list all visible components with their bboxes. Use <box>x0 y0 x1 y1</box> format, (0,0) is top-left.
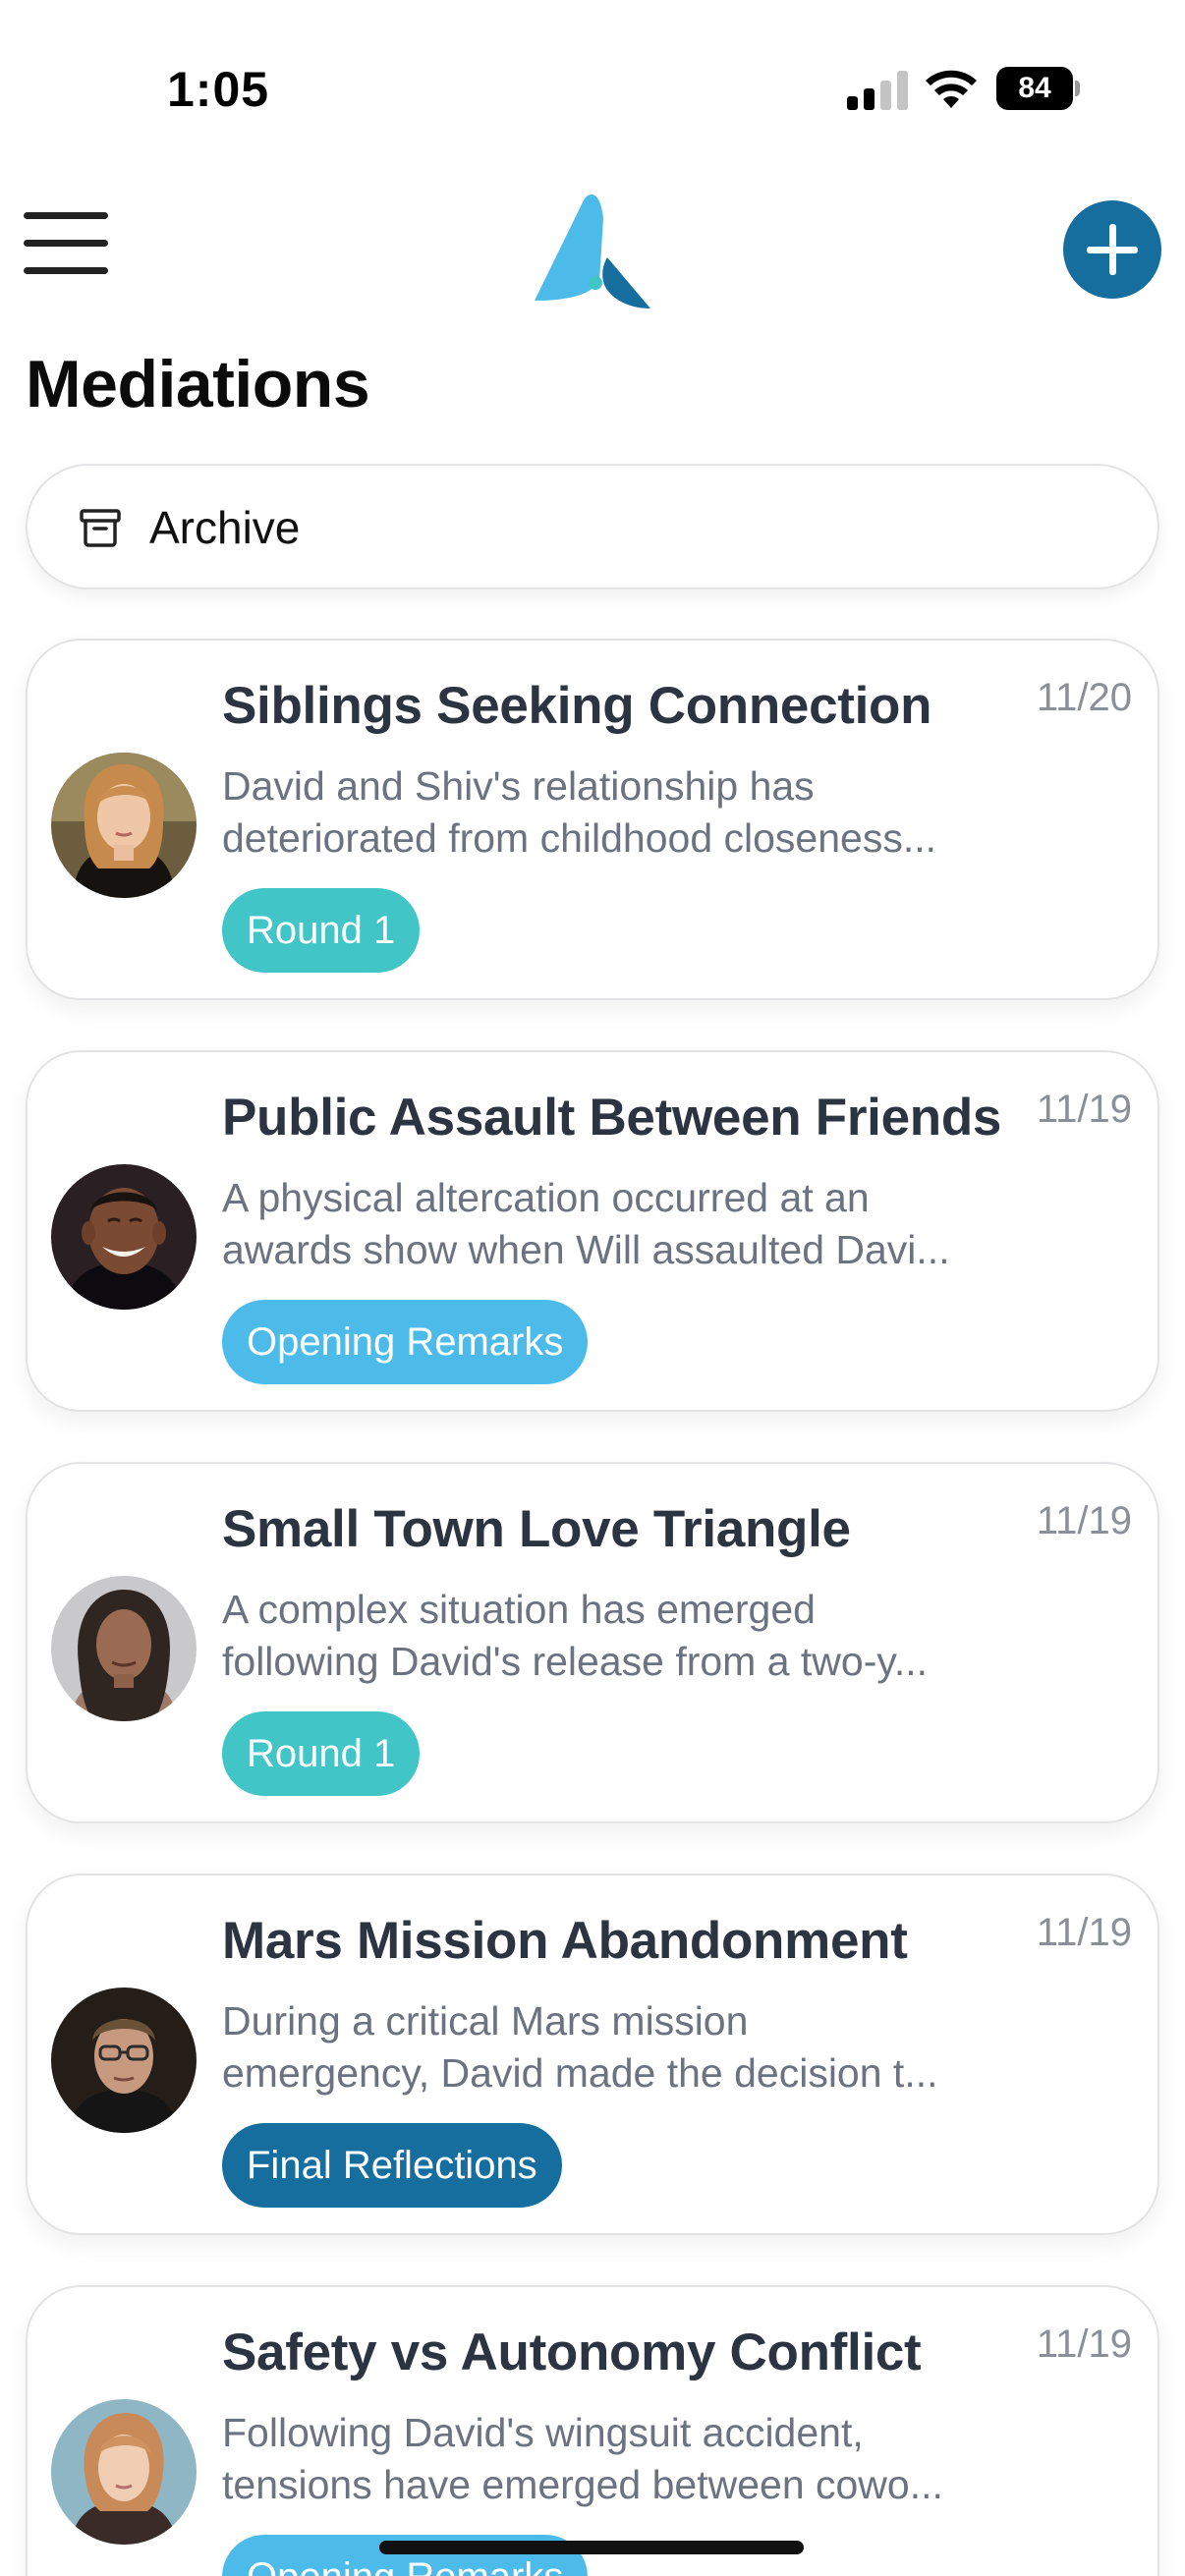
smiling-man-avatar <box>51 1164 197 1310</box>
mediation-title: Public Assault Between Friends <box>222 1089 1002 1147</box>
description-line: emergency, David made the decision t... <box>222 2050 938 2096</box>
hamburger-menu-icon[interactable] <box>24 212 110 275</box>
app-logo <box>535 195 650 308</box>
status-badge: Opening Remarks <box>222 1300 589 1384</box>
mediation-title: Mars Mission Abandonment <box>222 1912 908 1970</box>
woman-red-hair-avatar <box>51 753 197 898</box>
mediation-description: Following David's wingsuit accident, ten… <box>222 2407 1038 2511</box>
mediation-card[interactable]: Safety vs Autonomy Conflict 11/19 Follow… <box>26 2285 1159 2576</box>
archive-button[interactable]: Archive <box>26 464 1159 589</box>
woman-dark-hair-avatar <box>51 1576 197 1721</box>
mediation-card[interactable]: Siblings Seeking Connection 11/20 David … <box>26 639 1159 1000</box>
status-badge: Round 1 <box>222 888 421 973</box>
battery-icon: 84 <box>996 67 1073 110</box>
mediation-title: Siblings Seeking Connection <box>222 677 932 735</box>
mediation-date: 11/20 <box>1036 676 1132 719</box>
description-line: A complex situation has emerged <box>222 1587 816 1632</box>
description-line: During a critical Mars mission <box>222 1998 749 2044</box>
page-title: Mediations <box>26 347 370 421</box>
mediation-date: 11/19 <box>1036 1088 1132 1131</box>
mediation-card[interactable]: Public Assault Between Friends 11/19 A p… <box>26 1050 1159 1412</box>
status-badge: Final Reflections <box>222 2123 562 2208</box>
add-mediation-button[interactable] <box>1063 200 1161 299</box>
man-glasses-avatar <box>51 1988 197 2133</box>
battery-nub <box>1075 81 1080 96</box>
mediation-card[interactable]: Mars Mission Abandonment 11/19 During a … <box>26 1874 1159 2235</box>
home-indicator <box>379 2541 804 2554</box>
wifi-icon <box>926 70 977 108</box>
mediation-description: A complex situation has emerged followin… <box>222 1584 1038 1688</box>
cellular-signal-icon <box>847 71 908 110</box>
description-line: tensions have emerged between cowo... <box>222 2462 943 2507</box>
status-bar: 1:05 84 <box>0 0 1185 177</box>
mediation-title: Safety vs Autonomy Conflict <box>222 2324 922 2381</box>
mediation-date: 11/19 <box>1036 1911 1132 1954</box>
description-line: awards show when Will assaulted Davi... <box>222 1227 950 1272</box>
mediations-screen: 1:05 84 Mediations Archive Siblings Seek… <box>0 0 1185 2576</box>
woman-strawberry-blonde-avatar <box>51 2399 197 2545</box>
mediation-card[interactable]: Small Town Love Triangle 11/19 A complex… <box>26 1462 1159 1823</box>
mediation-description: During a critical Mars mission emergency… <box>222 1995 1038 2100</box>
description-line: Following David's wingsuit accident, <box>222 2410 864 2455</box>
mediation-description: A physical altercation occurred at an aw… <box>222 1172 1038 1276</box>
mediation-date: 11/19 <box>1036 2323 1132 2366</box>
description-line: A physical altercation occurred at an <box>222 1175 870 1220</box>
mediation-title: Small Town Love Triangle <box>222 1500 851 1558</box>
archive-box-icon <box>80 509 121 547</box>
archive-label: Archive <box>149 502 301 553</box>
description-line: deteriorated from childhood closeness... <box>222 815 937 861</box>
mediation-description: David and Shiv's relationship has deteri… <box>222 760 1038 865</box>
description-line: David and Shiv's relationship has <box>222 763 815 809</box>
status-time: 1:05 <box>167 62 270 117</box>
status-badge: Round 1 <box>222 1711 421 1796</box>
mediation-date: 11/19 <box>1036 1499 1132 1542</box>
description-line: following David's release from a two-y..… <box>222 1639 929 1684</box>
